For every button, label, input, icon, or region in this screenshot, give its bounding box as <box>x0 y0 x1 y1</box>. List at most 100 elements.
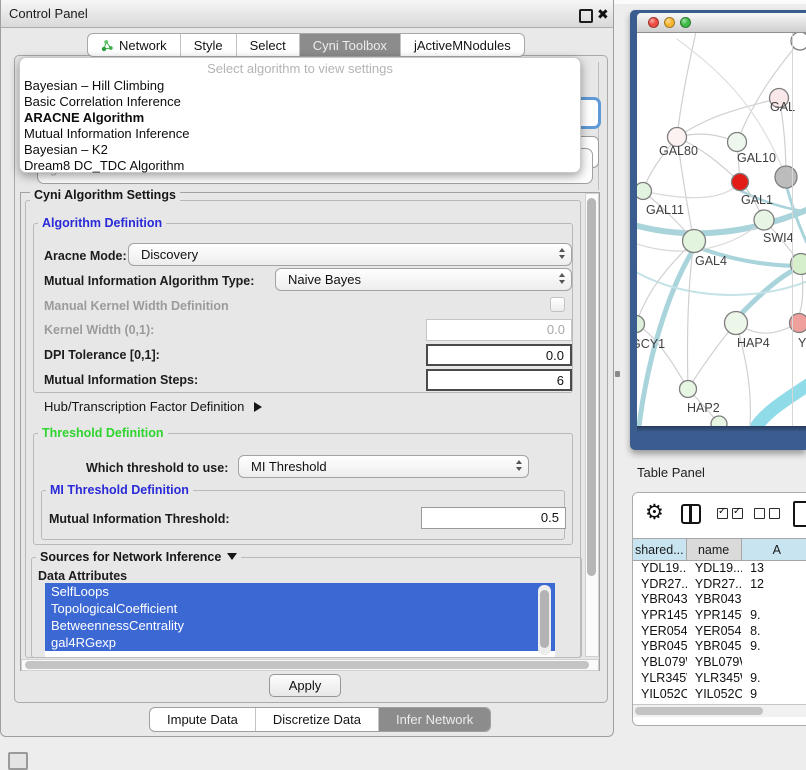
table-header-row[interactable]: shared...nameA <box>633 538 806 561</box>
table-cell: 13 <box>742 561 806 577</box>
table-cell: 8. <box>742 624 806 640</box>
dpi-tolerance-label: DPI Tolerance [0,1]: <box>44 348 160 362</box>
table-cell <box>742 592 806 608</box>
tab-cyni-toolbox[interactable]: Cyni Toolbox <box>299 34 400 56</box>
table-cell: YPR145W <box>633 608 687 624</box>
apply-button[interactable]: Apply <box>269 674 341 697</box>
node-gray[interactable] <box>775 166 797 188</box>
table-horizontal-scrollbar[interactable] <box>633 704 806 717</box>
table-row[interactable]: YBL079WYBL079W <box>633 655 806 671</box>
manual-kernel-checkbox[interactable] <box>550 297 565 312</box>
table-cell: YBL079W <box>687 655 742 671</box>
combo-arrows-icon <box>559 248 565 259</box>
table-row[interactable]: YBR043CYBR043C <box>633 592 806 608</box>
mi-steps-field[interactable]: 6 <box>426 369 572 391</box>
control-panel-title: Control Panel <box>9 0 88 28</box>
hub-section-toggle[interactable]: Hub/Transcription Factor Definition <box>44 399 262 414</box>
zoom-traffic-light-icon[interactable] <box>680 17 691 28</box>
float-window-icon[interactable] <box>579 9 593 23</box>
network-edge[interactable] <box>643 182 740 198</box>
node-top-partial[interactable] <box>791 33 806 50</box>
column-header-a[interactable]: A <box>742 539 806 560</box>
mi-type-label: Mutual Information Algorithm Type: <box>44 274 254 288</box>
dropdown-item-basic-correlation-inference[interactable]: Basic Correlation Inference <box>20 94 580 110</box>
settings-gear-icon[interactable]: ⚙ <box>645 500 664 525</box>
tab-label: Style <box>194 38 223 53</box>
file-icon[interactable] <box>793 501 806 527</box>
node-gal1[interactable] <box>754 210 774 230</box>
network-edge[interactable] <box>677 33 697 137</box>
node-bottom[interactable] <box>711 416 727 426</box>
minimized-panel-icon[interactable] <box>8 752 28 770</box>
node-gal11[interactable] <box>637 183 652 200</box>
node-gal4[interactable] <box>683 230 706 253</box>
select-all-checkboxes-icon[interactable] <box>717 508 743 519</box>
node-red[interactable] <box>732 174 749 191</box>
attribute-item-betweennesscentrality[interactable]: BetweennessCentrality <box>45 617 555 634</box>
settings-horizontal-scrollbar[interactable] <box>21 659 599 671</box>
dropdown-item-bayesian-k2[interactable]: Bayesian – K2 <box>20 142 580 158</box>
network-edge[interactable] <box>737 41 800 142</box>
tab-network[interactable]: Network <box>88 34 180 56</box>
network-canvas[interactable]: GALGAL80GAL10GAL1GAL11GAL4SWI4GCY1HAP4YH… <box>637 33 806 426</box>
dropdown-item-mutual-information-inference[interactable]: Mutual Information Inference <box>20 126 580 142</box>
node-label-gal80: GAL80 <box>659 144 698 158</box>
tab-jactivemnodules[interactable]: jActiveMNodules <box>400 34 524 56</box>
control-panel-titlebar[interactable]: Control Panel ✖ <box>1 0 613 28</box>
node-hap4[interactable] <box>725 312 748 335</box>
table-cell: YLR345W <box>687 671 742 687</box>
network-edge[interactable] <box>688 241 694 389</box>
close-traffic-light-icon[interactable] <box>648 17 659 28</box>
sources-group-title[interactable]: Sources for Network Inference <box>36 550 241 564</box>
dropdown-placeholder: Select algorithm to view settings <box>20 60 580 78</box>
column-header-shared[interactable]: shared... <box>633 539 687 560</box>
cyni-bottom-tab-bar: Impute DataDiscretize DataInfer Network <box>149 707 491 732</box>
which-threshold-label: Which threshold to use: <box>86 461 228 475</box>
node-hap2[interactable] <box>680 381 697 398</box>
tab-impute-data[interactable]: Impute Data <box>150 708 255 731</box>
deselect-all-checkboxes-icon[interactable] <box>754 508 780 519</box>
mi-threshold-field[interactable]: 0.5 <box>421 507 566 529</box>
attributes-list-scrollbar[interactable] <box>538 585 551 655</box>
attribute-item-selfloops[interactable]: SelfLoops <box>45 583 555 600</box>
table-row[interactable]: YBR045CYBR045C9. <box>633 639 806 655</box>
node-gcy1[interactable] <box>637 316 645 333</box>
aracne-mode-combobox[interactable]: Discovery <box>128 243 572 266</box>
tab-infer-network[interactable]: Infer Network <box>378 708 490 731</box>
table-row[interactable]: YIL052CYIL052C9 <box>633 687 806 703</box>
network-edge[interactable] <box>688 323 736 389</box>
table-row[interactable]: YPR145WYPR145W9. <box>633 608 806 624</box>
kernel-width-field[interactable]: 0.0 <box>426 319 572 341</box>
which-threshold-combobox[interactable]: MI Threshold <box>238 455 529 478</box>
tab-style[interactable]: Style <box>180 34 236 56</box>
close-icon[interactable]: ✖ <box>597 0 609 28</box>
dpi-tolerance-field[interactable]: 0.0 <box>426 344 572 366</box>
tab-discretize-data[interactable]: Discretize Data <box>255 708 378 731</box>
table-cell: YLR345W <box>633 671 687 687</box>
table-cell: YDL19... <box>687 561 742 577</box>
control-panel-tab-bar: Network Style SelectCyni Toolbox jActiveMNo… <box>87 33 525 57</box>
cyni-algorithm-settings-title: Cyni Algorithm Settings <box>30 188 180 202</box>
tab-select[interactable]: Select <box>236 34 299 56</box>
dropdown-item-bayesian-hill-climbing[interactable]: Bayesian – Hill Climbing <box>20 78 580 94</box>
settings-vertical-scrollbar[interactable] <box>585 193 599 657</box>
network-edge[interactable] <box>756 385 806 426</box>
attribute-item-topologicalcoefficient[interactable]: TopologicalCoefficient <box>45 600 555 617</box>
mi-type-combobox[interactable]: Naive Bayes <box>275 268 572 291</box>
dropdown-item-aracne-algorithm[interactable]: ARACNE Algorithm <box>20 110 580 126</box>
table-row[interactable]: YDL19...YDL19...13 <box>633 561 806 577</box>
attribute-item-gal4rgexp[interactable]: gal4RGexp <box>45 634 555 651</box>
table-row[interactable]: YER054CYER054C8. <box>633 624 806 640</box>
column-header-name[interactable]: name <box>687 539 742 560</box>
data-attributes-list[interactable]: SelfLoopsTopologicalCoefficientBetweenne… <box>45 583 555 657</box>
panel-splitter-handle[interactable] <box>615 371 620 377</box>
tab-label: jActiveMNodules <box>414 38 511 53</box>
minimize-traffic-light-icon[interactable] <box>664 17 675 28</box>
node-gal10[interactable] <box>728 133 747 152</box>
network-window-titlebar[interactable] <box>637 13 806 33</box>
table-cell: YBR043C <box>687 592 742 608</box>
table-row[interactable]: YDR27...YDR27...12 <box>633 577 806 593</box>
column-layout-icon[interactable] <box>681 504 701 524</box>
table-row[interactable]: YLR345WYLR345W9. <box>633 671 806 687</box>
dropdown-item-dream8-dc-tdc-algorithm[interactable]: Dream8 DC_TDC Algorithm <box>20 158 580 174</box>
